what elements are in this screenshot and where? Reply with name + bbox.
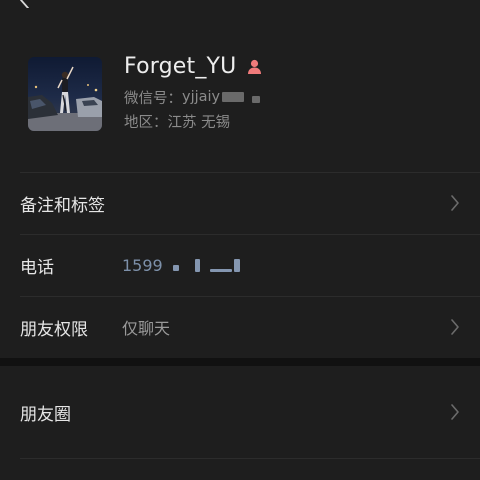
person-icon [248, 59, 262, 74]
phone-label: 电话 [20, 257, 54, 278]
remarks-and-tags-row[interactable]: 备注和标签 [0, 173, 480, 233]
wechat-id-value: yjjaiy [182, 89, 221, 105]
wechat-id-redaction [252, 96, 261, 103]
chevron-right-icon [451, 319, 459, 335]
phone-redaction [194, 258, 200, 272]
friend-permissions-value: 仅聊天 [122, 319, 171, 338]
avatar[interactable] [28, 57, 102, 131]
wechat-id: 微信号： yjjaiy [124, 86, 261, 108]
phone-redaction [172, 265, 179, 271]
nickname: Forget_YU [124, 53, 237, 79]
region: 地区： 江苏 无锡 [124, 110, 230, 132]
chevron-right-icon [451, 195, 459, 211]
moments-row[interactable]: 朋友圈 [0, 382, 480, 442]
friend-permissions-row[interactable]: 朋友权限 仅聊天 [0, 297, 480, 357]
profile-header: Forget_YU 微信号： yjjaiy 地区： 江苏 无锡 [0, 0, 480, 172]
remarks-and-tags-label: 备注和标签 [20, 195, 105, 216]
section-separator [0, 358, 480, 366]
avatar-photo [28, 57, 102, 131]
wechat-id-label: 微信号： [124, 90, 182, 107]
moments-label: 朋友圈 [20, 404, 71, 425]
phone-number[interactable]: 1599 [122, 256, 240, 275]
friend-permissions-label: 朋友权限 [20, 319, 88, 340]
region-label: 地区： [124, 114, 168, 131]
wechat-id-redaction [222, 92, 245, 102]
nickname-row: Forget_YU [124, 50, 263, 82]
phone-redaction [233, 258, 240, 272]
phone-redaction [209, 268, 232, 272]
chevron-right-icon [451, 404, 459, 420]
region-value: 江苏 无锡 [167, 114, 231, 131]
divider [20, 458, 480, 459]
phone-number-text: 1599 [122, 255, 163, 275]
phone-row: 电话 1599 [0, 235, 480, 295]
